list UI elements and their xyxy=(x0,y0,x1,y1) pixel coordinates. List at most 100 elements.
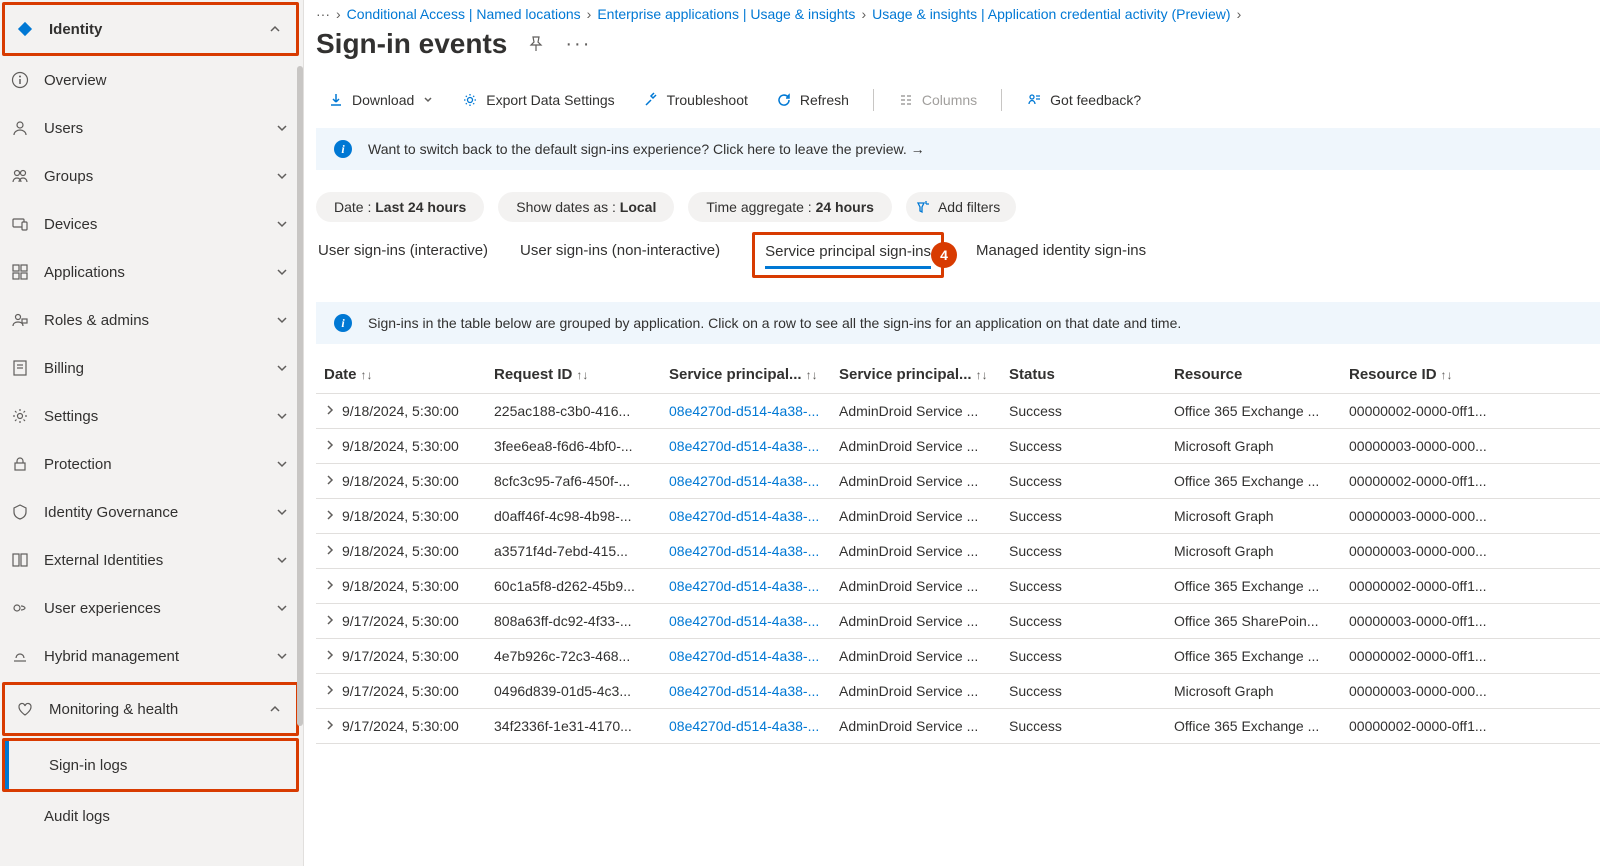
more-icon[interactable]: ··· xyxy=(565,33,591,56)
col-resid[interactable]: Resource ID xyxy=(1349,366,1437,383)
info-banner-preview[interactable]: Want to switch back to the default sign-… xyxy=(316,128,1600,170)
download-button[interactable]: Download xyxy=(316,86,446,114)
scrollbar[interactable] xyxy=(297,66,303,726)
cell-spname: AdminDroid Service ... xyxy=(831,534,1001,569)
breadcrumb-link[interactable]: Enterprise applications | Usage & insigh… xyxy=(597,6,855,22)
table-row[interactable]: 9/17/2024, 5:30:004e7b926c-72c3-468...08… xyxy=(316,639,1600,674)
toolbar-label: Export Data Settings xyxy=(486,92,614,108)
sidebar-item-billing[interactable]: Billing xyxy=(0,344,303,392)
sidebar-item-users[interactable]: Users xyxy=(0,104,303,152)
sort-icon[interactable]: ↑↓ xyxy=(361,368,373,382)
col-spid[interactable]: Service principal... xyxy=(669,366,802,383)
tab-service-principal[interactable]: Service principal sign-ins xyxy=(765,239,931,269)
cell-spid[interactable]: 08e4270d-d514-4a38-... xyxy=(661,499,831,534)
hybrid-icon xyxy=(10,646,30,666)
wrench-icon xyxy=(643,92,659,108)
sidebar-item-label: Identity Governance xyxy=(44,504,275,521)
cell-reqid: 808a63ff-dc92-4f33-... xyxy=(486,604,661,639)
chevron-right-icon[interactable] xyxy=(324,404,336,416)
col-resource[interactable]: Resource xyxy=(1174,366,1242,383)
chevron-right-icon[interactable] xyxy=(324,474,336,486)
export-button[interactable]: Export Data Settings xyxy=(450,86,626,114)
table-row[interactable]: 9/18/2024, 5:30:008cfc3c95-7af6-450f-...… xyxy=(316,464,1600,499)
sidebar-item-groups[interactable]: Groups xyxy=(0,152,303,200)
troubleshoot-button[interactable]: Troubleshoot xyxy=(631,86,760,114)
sort-icon[interactable]: ↑↓ xyxy=(806,368,818,382)
sort-icon[interactable]: ↑↓ xyxy=(576,368,588,382)
cell-spid[interactable]: 08e4270d-d514-4a38-... xyxy=(661,674,831,709)
filter-aggregate[interactable]: Time aggregate : 24 hours xyxy=(688,192,892,222)
sidebar-item-monitoring[interactable]: Monitoring & health xyxy=(5,685,296,733)
sidebar-item-settings[interactable]: Settings xyxy=(0,392,303,440)
feedback-button[interactable]: Got feedback? xyxy=(1014,86,1153,114)
cell-status: Success xyxy=(1001,639,1166,674)
cell-resid: 00000003-0000-000... xyxy=(1341,674,1600,709)
breadcrumb-link[interactable]: Usage & insights | Application credentia… xyxy=(872,6,1230,22)
col-status[interactable]: Status xyxy=(1009,366,1055,383)
table-row[interactable]: 9/18/2024, 5:30:003fee6ea8-f6d6-4bf0-...… xyxy=(316,429,1600,464)
tab-user-interactive[interactable]: User sign-ins (interactive) xyxy=(318,238,488,278)
col-date[interactable]: Date xyxy=(324,366,357,383)
cell-status: Success xyxy=(1001,709,1166,744)
table-row[interactable]: 9/17/2024, 5:30:000496d839-01d5-4c3...08… xyxy=(316,674,1600,709)
cell-spid[interactable]: 08e4270d-d514-4a38-... xyxy=(661,394,831,429)
chevron-right-icon[interactable] xyxy=(324,579,336,591)
cell-spname: AdminDroid Service ... xyxy=(831,604,1001,639)
sort-icon[interactable]: ↑↓ xyxy=(976,368,988,382)
cell-spid[interactable]: 08e4270d-d514-4a38-... xyxy=(661,709,831,744)
table-row[interactable]: 9/18/2024, 5:30:00225ac188-c3b0-416...08… xyxy=(316,394,1600,429)
chevron-right-icon[interactable] xyxy=(324,509,336,521)
breadcrumb-link[interactable]: Conditional Access | Named locations xyxy=(347,6,581,22)
sidebar-item-hybrid[interactable]: Hybrid management xyxy=(0,632,303,680)
cell-resid: 00000003-0000-000... xyxy=(1341,499,1600,534)
toolbar-label: Refresh xyxy=(800,92,849,108)
filter-showdates[interactable]: Show dates as : Local xyxy=(498,192,674,222)
chevron-down-icon xyxy=(275,313,291,327)
table-row[interactable]: 9/18/2024, 5:30:00a3571f4d-7ebd-415...08… xyxy=(316,534,1600,569)
sidebar-item-label: Applications xyxy=(44,264,275,281)
add-filters-button[interactable]: Add filters xyxy=(906,192,1016,222)
sidebar-item-external[interactable]: External Identities xyxy=(0,536,303,584)
table-row[interactable]: 9/17/2024, 5:30:0034f2336f-1e31-4170...0… xyxy=(316,709,1600,744)
devices-icon xyxy=(10,214,30,234)
chevron-right-icon[interactable] xyxy=(324,719,336,731)
sidebar-item-signin[interactable]: Sign-in logs xyxy=(5,741,296,789)
pin-icon[interactable] xyxy=(527,35,545,53)
col-spname[interactable]: Service principal... xyxy=(839,366,972,383)
sidebar-item-protection[interactable]: Protection xyxy=(0,440,303,488)
chevron-right-icon[interactable] xyxy=(324,614,336,626)
cell-spid[interactable]: 08e4270d-d514-4a38-... xyxy=(661,604,831,639)
sidebar-item-audit[interactable]: Audit logs xyxy=(0,792,303,840)
banner-text: Sign-ins in the table below are grouped … xyxy=(368,315,1181,331)
sort-icon[interactable]: ↑↓ xyxy=(1441,368,1453,382)
cell-resid: 00000002-0000-0ff1... xyxy=(1341,709,1600,744)
tab-managed-identity[interactable]: Managed identity sign-ins xyxy=(976,238,1146,278)
breadcrumb-more[interactable]: ··· xyxy=(316,6,330,22)
chevron-right-icon[interactable] xyxy=(324,684,336,696)
sidebar-item-applications[interactable]: Applications xyxy=(0,248,303,296)
sidebar-item-userexp[interactable]: User experiences xyxy=(0,584,303,632)
cell-spid[interactable]: 08e4270d-d514-4a38-... xyxy=(661,569,831,604)
cell-spname: AdminDroid Service ... xyxy=(831,569,1001,604)
sidebar-item-label: Groups xyxy=(44,168,275,185)
cell-spid[interactable]: 08e4270d-d514-4a38-... xyxy=(661,534,831,569)
cell-spid[interactable]: 08e4270d-d514-4a38-... xyxy=(661,464,831,499)
sidebar-item-overview[interactable]: Overview xyxy=(0,56,303,104)
sidebar-item-roles[interactable]: Roles & admins xyxy=(0,296,303,344)
cell-spid[interactable]: 08e4270d-d514-4a38-... xyxy=(661,639,831,674)
filter-date[interactable]: Date : Last 24 hours xyxy=(316,192,484,222)
sidebar-item-devices[interactable]: Devices xyxy=(0,200,303,248)
table-row[interactable]: 9/18/2024, 5:30:0060c1a5f8-d262-45b9...0… xyxy=(316,569,1600,604)
cell-spid[interactable]: 08e4270d-d514-4a38-... xyxy=(661,429,831,464)
table-row[interactable]: 9/17/2024, 5:30:00808a63ff-dc92-4f33-...… xyxy=(316,604,1600,639)
refresh-button[interactable]: Refresh xyxy=(764,86,861,114)
chevron-right-icon[interactable] xyxy=(324,439,336,451)
table-row[interactable]: 9/18/2024, 5:30:00d0aff46f-4c98-4b98-...… xyxy=(316,499,1600,534)
sidebar-item-governance[interactable]: Identity Governance xyxy=(0,488,303,536)
chevron-right-icon[interactable] xyxy=(324,544,336,556)
chevron-right-icon[interactable] xyxy=(324,649,336,661)
col-reqid[interactable]: Request ID xyxy=(494,366,572,383)
chevron-down-icon xyxy=(275,505,291,519)
tab-user-noninteractive[interactable]: User sign-ins (non-interactive) xyxy=(520,238,720,278)
sidebar-item-identity[interactable]: Identity xyxy=(5,5,296,53)
